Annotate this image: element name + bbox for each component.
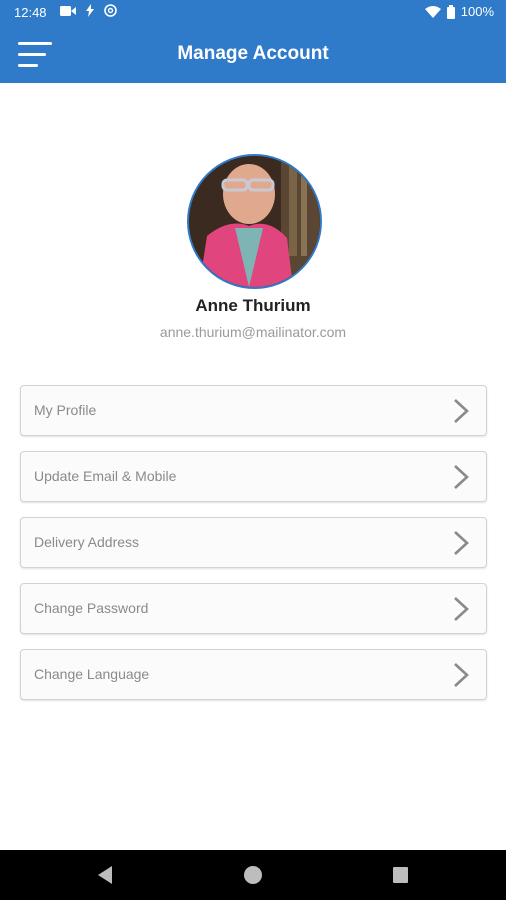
recents-icon[interactable] (392, 865, 409, 890)
menu-item-label: My Profile (34, 402, 97, 418)
app-bar: Manage Account (0, 26, 506, 83)
menu-item-label: Update Email & Mobile (34, 468, 177, 484)
page-title: Manage Account (177, 43, 329, 64)
avatar (187, 154, 322, 289)
delivery-address-item[interactable]: Delivery Address (20, 517, 487, 568)
status-time: 12:48 (14, 5, 47, 20)
update-email-mobile-item[interactable]: Update Email & Mobile (20, 451, 487, 502)
user-name: Anne Thurium (195, 296, 311, 315)
user-email: anne.thurium@mailinator.com (159, 324, 347, 340)
my-profile-item[interactable]: My Profile (20, 385, 487, 436)
chevron-right-icon (454, 399, 469, 423)
menu-item-label: Delivery Address (34, 534, 140, 550)
battery-percent: 100% (460, 4, 494, 19)
status-bar: 12:48 100% (0, 0, 506, 26)
chevron-right-icon (454, 597, 469, 621)
account-menu: My Profile Update Email & Mobile Deliver… (20, 385, 487, 715)
change-password-item[interactable]: Change Password (20, 583, 487, 634)
at-sign-icon (104, 4, 117, 17)
system-nav-bar (0, 850, 506, 900)
chevron-right-icon (454, 465, 469, 489)
chevron-right-icon (454, 531, 469, 555)
chevron-right-icon (454, 663, 469, 687)
video-camera-icon (60, 5, 76, 17)
charging-bolt-icon (86, 4, 94, 17)
wifi-icon (424, 5, 441, 18)
change-language-item[interactable]: Change Language (20, 649, 487, 700)
menu-item-label: Change Language (34, 666, 150, 682)
back-icon[interactable] (96, 865, 114, 890)
battery-icon (446, 4, 455, 19)
menu-item-label: Change Password (34, 600, 149, 616)
home-icon[interactable] (243, 865, 263, 890)
